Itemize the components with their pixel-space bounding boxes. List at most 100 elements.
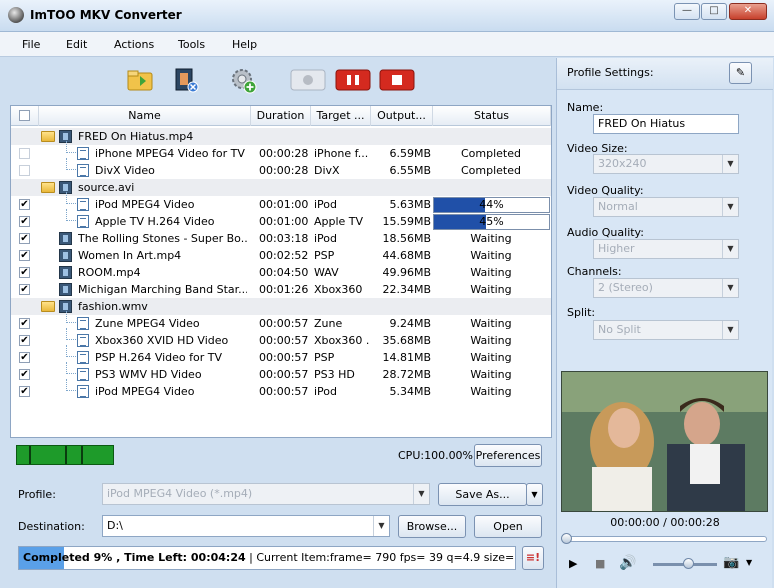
seek-bar[interactable] <box>563 536 767 542</box>
table-row[interactable]: ✔ PS3 WMV HD Video 00:00:57 PS3 HD 28.72MB Wa… <box>11 362 551 383</box>
tree-connector <box>66 158 76 170</box>
row-checkbox[interactable]: ✔ <box>19 386 30 397</box>
add-file-button[interactable] <box>126 66 154 94</box>
menu-edit[interactable]: Edit <box>66 38 87 51</box>
video-preview <box>561 371 768 512</box>
column-name[interactable]: Name <box>39 106 251 126</box>
tree-connector <box>66 141 76 153</box>
snapshot-dropdown-button[interactable]: ▼ <box>746 558 752 567</box>
profile-name-input[interactable]: FRED On Hiatus <box>593 114 739 134</box>
menu-help[interactable]: Help <box>232 38 257 51</box>
table-row[interactable]: iPhone MPEG4 Video for TV 00:00:28 iPhone … <box>11 141 551 162</box>
row-checkbox[interactable]: ✔ <box>19 233 30 244</box>
profile-file-icon <box>77 351 89 364</box>
menu-file[interactable]: File <box>22 38 40 51</box>
menu-actions[interactable]: Actions <box>114 38 154 51</box>
row-checkbox[interactable]: ✔ <box>19 352 30 363</box>
row-checkbox[interactable]: ✔ <box>19 216 30 227</box>
record-button[interactable] <box>290 66 326 94</box>
audio-quality-select[interactable]: Higher ▼ <box>593 239 739 259</box>
row-status: Waiting <box>470 317 512 330</box>
volume-handle[interactable] <box>683 558 694 569</box>
table-row[interactable]: ✔ The Rolling Stones - Super Bo... 00:03:1… <box>11 230 551 247</box>
row-checkbox[interactable] <box>19 148 30 159</box>
profile-file-icon <box>77 215 89 228</box>
pause-button[interactable] <box>335 66 371 94</box>
table-row[interactable]: ✔ PSP H.264 Video for TV 00:00:57 PSP 14.81M… <box>11 345 551 366</box>
profile-settings-title: Profile Settings: <box>567 66 654 79</box>
minimize-button[interactable]: — <box>674 3 700 20</box>
row-status: Waiting <box>470 385 512 398</box>
snapshot-button[interactable]: 📷 <box>723 555 739 570</box>
log-button[interactable]: ≡! <box>522 546 544 570</box>
group-row[interactable]: fashion.wmv <box>11 298 551 315</box>
chevron-down-icon: ▼ <box>722 155 738 173</box>
volume-button[interactable]: 🔊 <box>619 555 636 571</box>
profile-select[interactable]: iPod MPEG4 Video (*.mp4) ▼ <box>102 483 430 505</box>
row-checkbox[interactable]: ✔ <box>19 267 30 278</box>
close-button[interactable]: ✕ <box>729 3 767 20</box>
column-status[interactable]: Status <box>433 106 551 126</box>
column-output[interactable]: Output... <box>371 106 433 126</box>
row-status: Waiting <box>470 232 512 245</box>
edit-profile-button[interactable]: ✎ <box>729 62 752 84</box>
column-duration[interactable]: Duration <box>251 106 311 126</box>
select-all-checkbox[interactable] <box>19 110 30 121</box>
play-button[interactable]: ▶ <box>569 557 577 570</box>
profile-label: Profile: <box>18 488 56 501</box>
profile-file-icon <box>77 368 89 381</box>
video-size-select[interactable]: 320x240 ▼ <box>593 154 739 174</box>
stop-icon <box>379 69 415 91</box>
table-row[interactable]: ✔ Zune MPEG4 Video 00:00:57 Zune 9.24MB Waiti… <box>11 311 551 332</box>
table-row[interactable]: ✔ Xbox360 XVID HD Video 00:00:57 Xbox360 ..… <box>11 328 551 349</box>
add-profile-button[interactable] <box>230 66 258 94</box>
cpu-graph <box>16 445 114 465</box>
split-select[interactable]: No Split ▼ <box>593 320 739 340</box>
row-duration: 00:02:52 <box>259 249 309 262</box>
stop-button[interactable] <box>379 66 415 94</box>
table-row[interactable]: ✔ iPod MPEG4 Video 00:01:00 iPod 5.63MB 44% <box>11 192 551 213</box>
table-row[interactable]: DivX Video 00:00:28 DivX 6.55MB Completed <box>11 158 551 179</box>
table-row[interactable]: ✔ Michigan Marching Band Star... 00:01:26 X… <box>11 281 551 298</box>
row-checkbox[interactable]: ✔ <box>19 199 30 210</box>
browse-button[interactable]: Browse... <box>398 515 466 538</box>
open-button[interactable]: Open <box>474 515 542 538</box>
row-checkbox[interactable] <box>19 165 30 176</box>
preferences-button[interactable]: Preferences <box>474 444 542 467</box>
row-progress-fill <box>434 215 486 229</box>
record-icon <box>290 69 326 91</box>
row-checkbox[interactable]: ✔ <box>19 250 30 261</box>
row-status: Waiting <box>470 351 512 364</box>
row-duration: 00:03:18 <box>259 232 309 245</box>
row-checkbox[interactable]: ✔ <box>19 284 30 295</box>
seek-handle[interactable] <box>561 533 572 544</box>
table-row[interactable]: ✔ ROOM.mp4 00:04:50 WAV 49.96MB Waiting <box>11 264 551 281</box>
conversion-list[interactable]: Name Duration Target ... Output... Statu… <box>10 105 552 438</box>
playback-time: 00:00:00 / 00:00:28 <box>610 516 720 529</box>
row-checkbox[interactable]: ✔ <box>19 318 30 329</box>
save-as-dropdown-button[interactable]: ▼ <box>526 483 543 506</box>
stop-preview-button[interactable]: ■ <box>595 557 605 570</box>
destination-input[interactable]: D:\ ▼ <box>102 515 390 537</box>
row-name: Apple TV H.264 Video <box>95 215 215 228</box>
channels-select[interactable]: 2 (Stereo) ▼ <box>593 278 739 298</box>
table-row[interactable]: ✔ Women In Art.mp4 00:02:52 PSP 44.68MB Waiti… <box>11 247 551 264</box>
chevron-down-icon: ▼ <box>373 516 389 536</box>
video-quality-select[interactable]: Normal ▼ <box>593 197 739 217</box>
maximize-button[interactable]: □ <box>701 3 727 20</box>
row-output: 35.68MB <box>382 334 431 347</box>
row-status: Waiting <box>470 283 512 296</box>
table-row[interactable]: ✔ Apple TV H.264 Video 00:01:00 Apple TV 15.… <box>11 209 551 230</box>
group-row[interactable]: FRED On Hiatus.mp4 <box>11 128 551 145</box>
remove-file-button[interactable] <box>172 66 200 94</box>
row-checkbox[interactable]: ✔ <box>19 335 30 346</box>
save-as-button[interactable]: Save As... <box>438 483 527 506</box>
row-status: 44% <box>479 198 504 211</box>
play-icon: ▶ <box>569 557 578 570</box>
tree-connector <box>66 379 76 391</box>
menu-tools[interactable]: Tools <box>178 38 205 51</box>
row-checkbox[interactable]: ✔ <box>19 369 30 380</box>
group-row[interactable]: source.avi <box>11 179 551 196</box>
table-row[interactable]: ✔ iPod MPEG4 Video 00:00:57 iPod 5.34MB Waiti… <box>11 379 551 400</box>
column-target[interactable]: Target ... <box>311 106 371 126</box>
